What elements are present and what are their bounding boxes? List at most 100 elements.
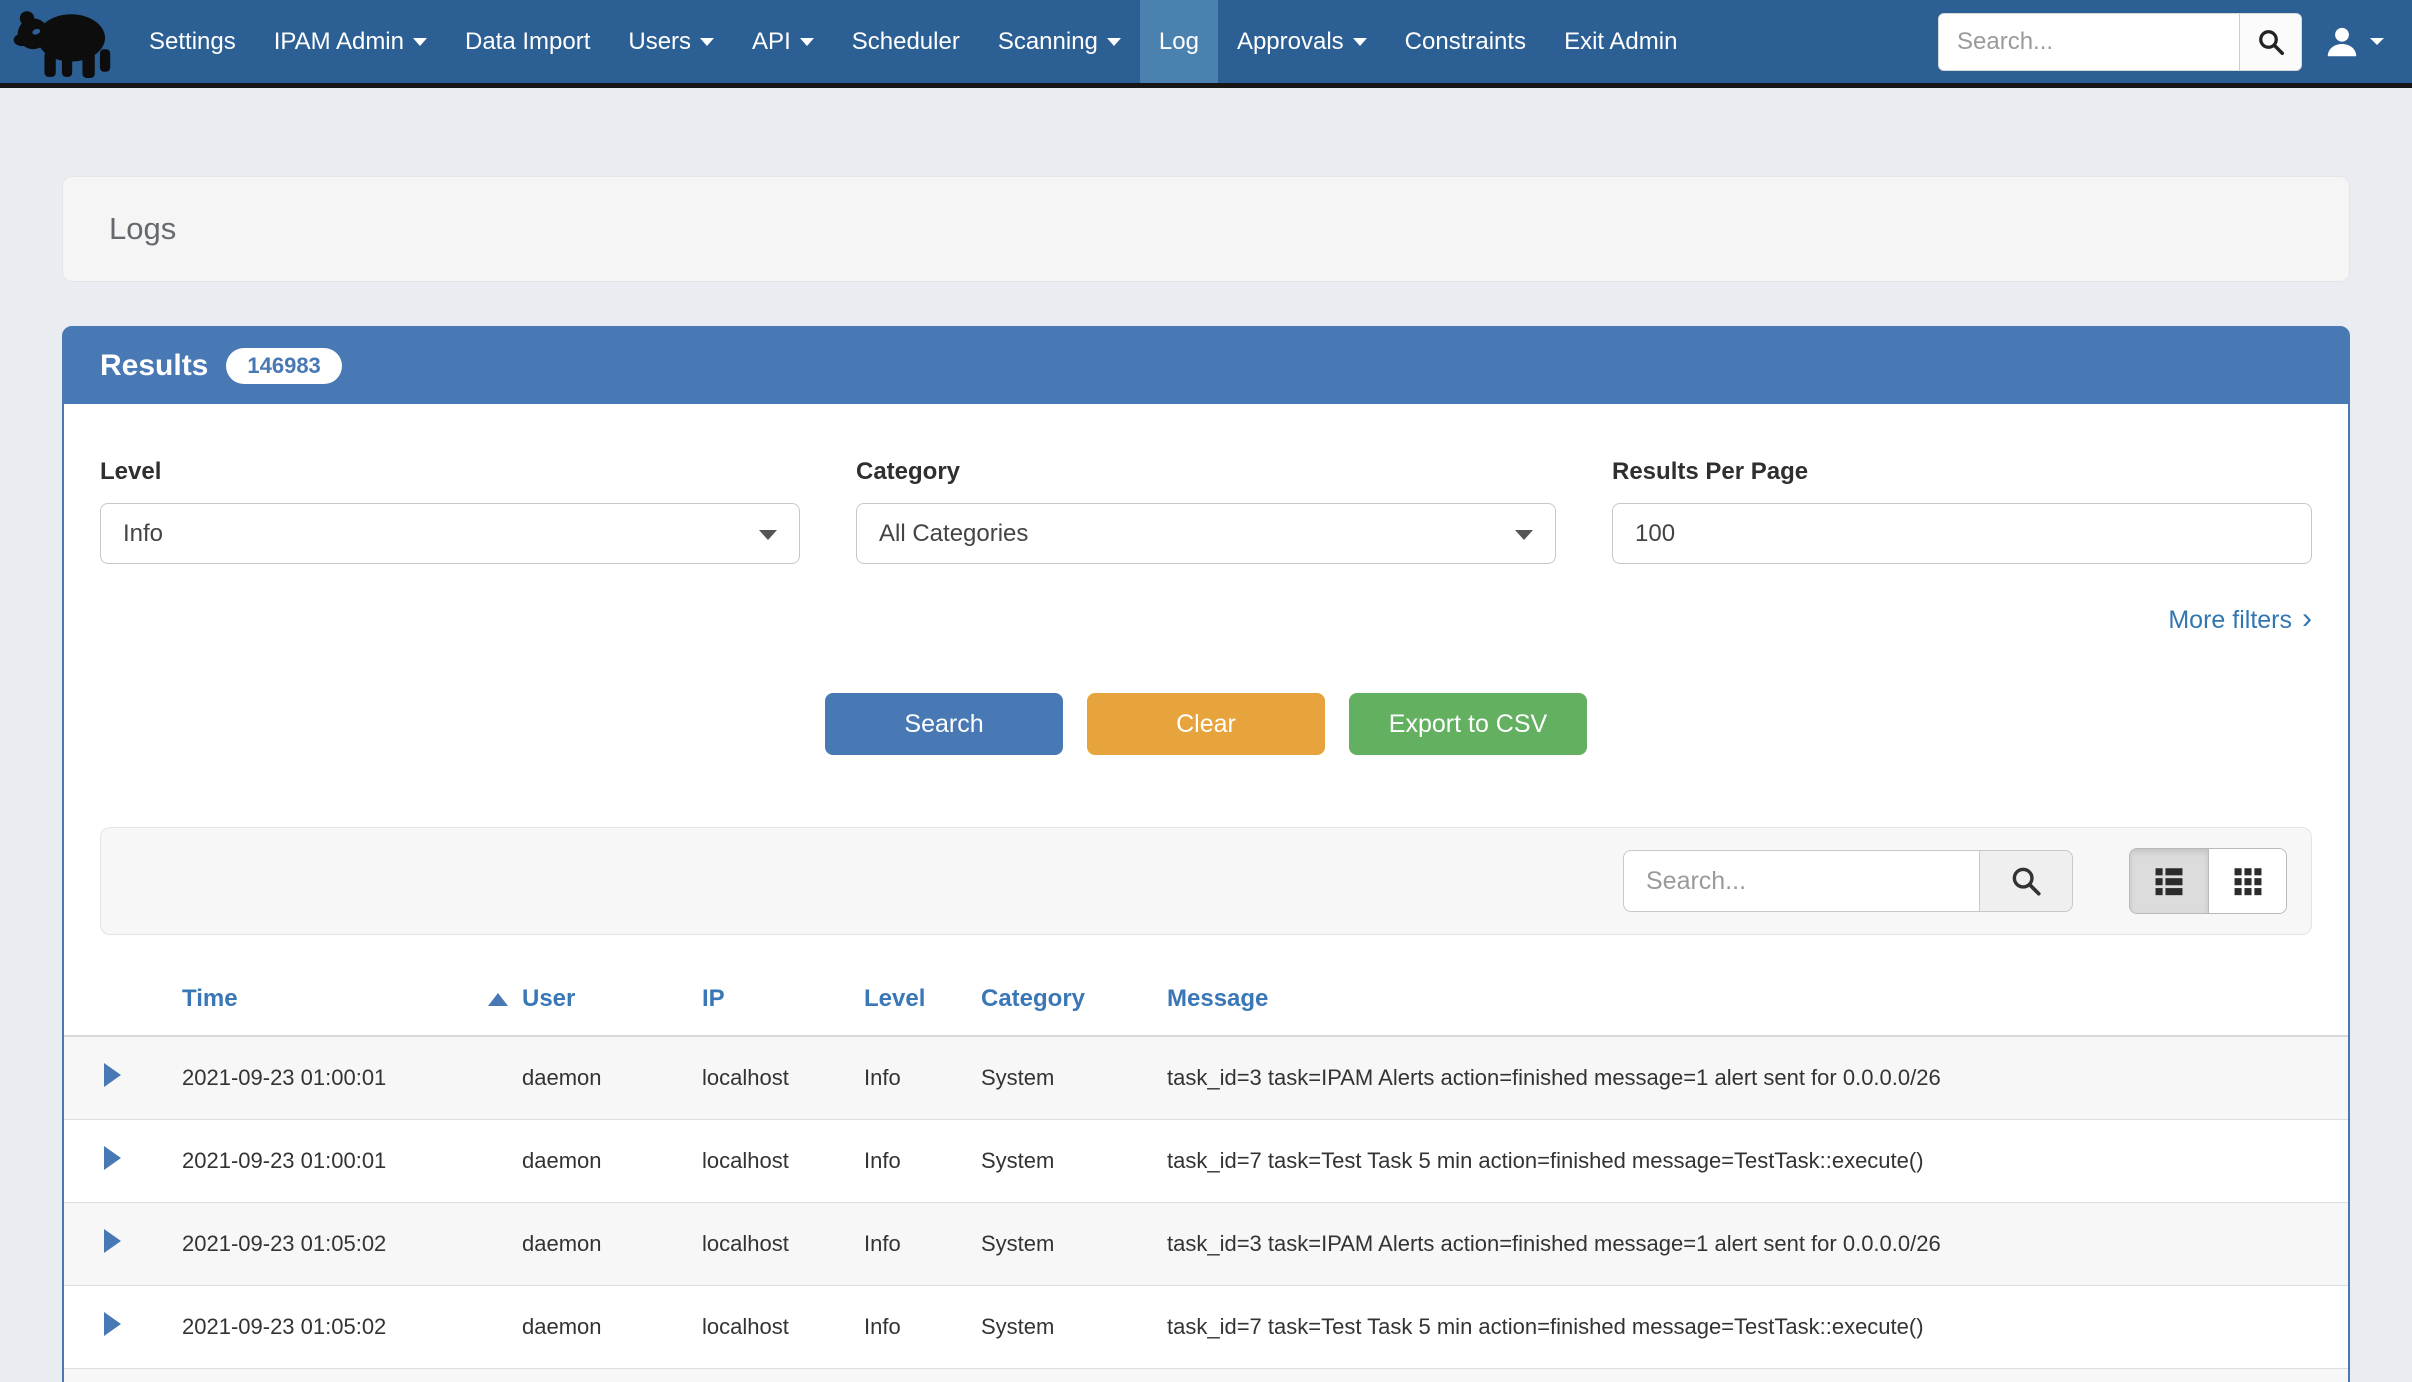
nav-item-label: IPAM Admin xyxy=(274,28,404,56)
nav-item-exit-admin[interactable]: Exit Admin xyxy=(1545,0,1696,83)
nav-item-data-import[interactable]: Data Import xyxy=(446,0,609,83)
page-header: Logs xyxy=(62,176,2350,282)
table-header-row: Time User IP Level Category Message xyxy=(64,969,2348,1036)
filter-per-page: Results Per Page xyxy=(1612,458,2312,564)
cell-time: 2021-09-23 01:00:01 xyxy=(182,1120,522,1203)
cell-ip: localhost xyxy=(702,1036,864,1120)
category-label: Category xyxy=(856,458,1556,486)
cell-time: 2021-09-23 01:00:01 xyxy=(182,1036,522,1120)
user-icon xyxy=(2324,24,2360,60)
page-container: Logs Results 146983 Level Info Category xyxy=(62,176,2350,1382)
filter-category: Category All Categories xyxy=(856,458,1556,564)
expand-row-icon[interactable] xyxy=(104,1063,121,1087)
table-row: 2021-09-23 01:05:02 daemon localhost Inf… xyxy=(64,1203,2348,1286)
column-header-user[interactable]: User xyxy=(522,969,702,1036)
nav-item-label: Approvals xyxy=(1237,28,1344,56)
nav-item-api[interactable]: API xyxy=(733,0,833,83)
nav-item-label: Data Import xyxy=(465,28,590,56)
chevron-down-icon xyxy=(2370,38,2384,45)
nav-item-users[interactable]: Users xyxy=(609,0,733,83)
global-search-input[interactable] xyxy=(1939,14,2239,70)
column-header-ip[interactable]: IP xyxy=(702,969,864,1036)
cell-time: 2021-09-23 01:05:02 xyxy=(182,1203,522,1286)
per-page-label: Results Per Page xyxy=(1612,458,2312,486)
nav-item-label: Settings xyxy=(149,28,236,56)
export-csv-button[interactable]: Export to CSV xyxy=(1349,693,1587,755)
column-header-category[interactable]: Category xyxy=(981,969,1167,1036)
cell-level: Info xyxy=(864,1286,981,1369)
top-navbar: Settings IPAM Admin Data Import Users AP… xyxy=(0,0,2412,88)
category-select[interactable]: All Categories xyxy=(856,503,1556,564)
table-search-input[interactable] xyxy=(1623,850,1979,912)
expand-row-icon[interactable] xyxy=(104,1229,121,1253)
nav-item-label: API xyxy=(752,28,791,56)
user-menu[interactable] xyxy=(2324,24,2384,60)
category-select-value: All Categories xyxy=(879,520,1028,548)
table-row: 2021-09-23 01:00:01 daemon localhost Inf… xyxy=(64,1036,2348,1120)
search-icon xyxy=(2256,27,2286,57)
table-search-button[interactable] xyxy=(1979,850,2073,912)
more-filters-row: More filters › xyxy=(100,606,2312,635)
nav-item-approvals[interactable]: Approvals xyxy=(1218,0,1386,83)
results-panel-header: Results 146983 xyxy=(64,328,2348,404)
cell-ip: localhost xyxy=(702,1369,864,1382)
cell-level: Info xyxy=(864,1203,981,1286)
cell-user: daemon xyxy=(522,1036,702,1120)
more-filters-link[interactable]: More filters › xyxy=(2168,606,2312,635)
nav-right-section xyxy=(1938,0,2384,83)
chevron-down-icon xyxy=(413,38,427,46)
level-select[interactable]: Info xyxy=(100,503,800,564)
results-count-badge: 146983 xyxy=(226,348,341,384)
nav-item-settings[interactable]: Settings xyxy=(130,0,255,83)
expand-row-icon[interactable] xyxy=(104,1146,121,1170)
cell-message: task_id=7 task=Test Task 5 min action=fi… xyxy=(1167,1120,2348,1203)
filter-level: Level Info xyxy=(100,458,800,564)
cell-ip: localhost xyxy=(702,1120,864,1203)
cell-user: daemon xyxy=(522,1286,702,1369)
filters-row: Level Info Category All Categories Resul… xyxy=(100,458,2312,564)
search-button[interactable]: Search xyxy=(825,693,1063,755)
nav-item-ipam-admin[interactable]: IPAM Admin xyxy=(255,0,446,83)
table-row: 2021-09-23 01:05:02 daemon localhost Inf… xyxy=(64,1286,2348,1369)
per-page-input[interactable] xyxy=(1612,503,2312,564)
cell-category: System xyxy=(981,1286,1167,1369)
cell-time: 2021-09-23 01:05:02 xyxy=(182,1286,522,1369)
level-select-value: Info xyxy=(123,520,163,548)
column-header-level[interactable]: Level xyxy=(864,969,981,1036)
cell-message: task_id=3 task=IPAM Alerts action=finish… xyxy=(1167,1369,2348,1382)
chevron-down-icon xyxy=(759,530,777,540)
table-search-group xyxy=(1623,850,2073,912)
expand-row-icon[interactable] xyxy=(104,1312,121,1336)
cell-level: Info xyxy=(864,1120,981,1203)
cell-level: Info xyxy=(864,1369,981,1382)
cell-category: System xyxy=(981,1203,1167,1286)
list-view-button[interactable] xyxy=(2130,849,2208,913)
grid-view-icon xyxy=(2231,864,2265,898)
global-search-button[interactable] xyxy=(2239,14,2301,70)
nav-item-scanning[interactable]: Scanning xyxy=(979,0,1140,83)
nav-item-label: Scanning xyxy=(998,28,1098,56)
cell-ip: localhost xyxy=(702,1203,864,1286)
column-header-time[interactable]: Time xyxy=(182,969,522,1036)
nav-item-log[interactable]: Log xyxy=(1140,0,1218,83)
phpipam-logo[interactable] xyxy=(0,0,130,83)
chevron-down-icon xyxy=(700,38,714,46)
clear-button[interactable]: Clear xyxy=(1087,693,1325,755)
column-header-message[interactable]: Message xyxy=(1167,969,2348,1036)
column-header-label: Time xyxy=(182,985,238,1013)
actions-row: Search Clear Export to CSV xyxy=(100,693,2312,755)
cell-category: System xyxy=(981,1120,1167,1203)
grid-view-button[interactable] xyxy=(2208,849,2286,913)
table-row: 2021-09-23 01:00:01 daemon localhost Inf… xyxy=(64,1120,2348,1203)
nav-item-label: Users xyxy=(628,28,691,56)
cell-user: daemon xyxy=(522,1120,702,1203)
nav-menu: Settings IPAM Admin Data Import Users AP… xyxy=(130,0,1696,83)
nav-item-constraints[interactable]: Constraints xyxy=(1386,0,1545,83)
chevron-right-icon: › xyxy=(2302,604,2312,634)
chevron-down-icon xyxy=(1107,38,1121,46)
cell-level: Info xyxy=(864,1036,981,1120)
cell-message: task_id=7 task=Test Task 5 min action=fi… xyxy=(1167,1286,2348,1369)
nav-item-label: Exit Admin xyxy=(1564,28,1677,56)
nav-item-scheduler[interactable]: Scheduler xyxy=(833,0,979,83)
cell-ip: localhost xyxy=(702,1286,864,1369)
